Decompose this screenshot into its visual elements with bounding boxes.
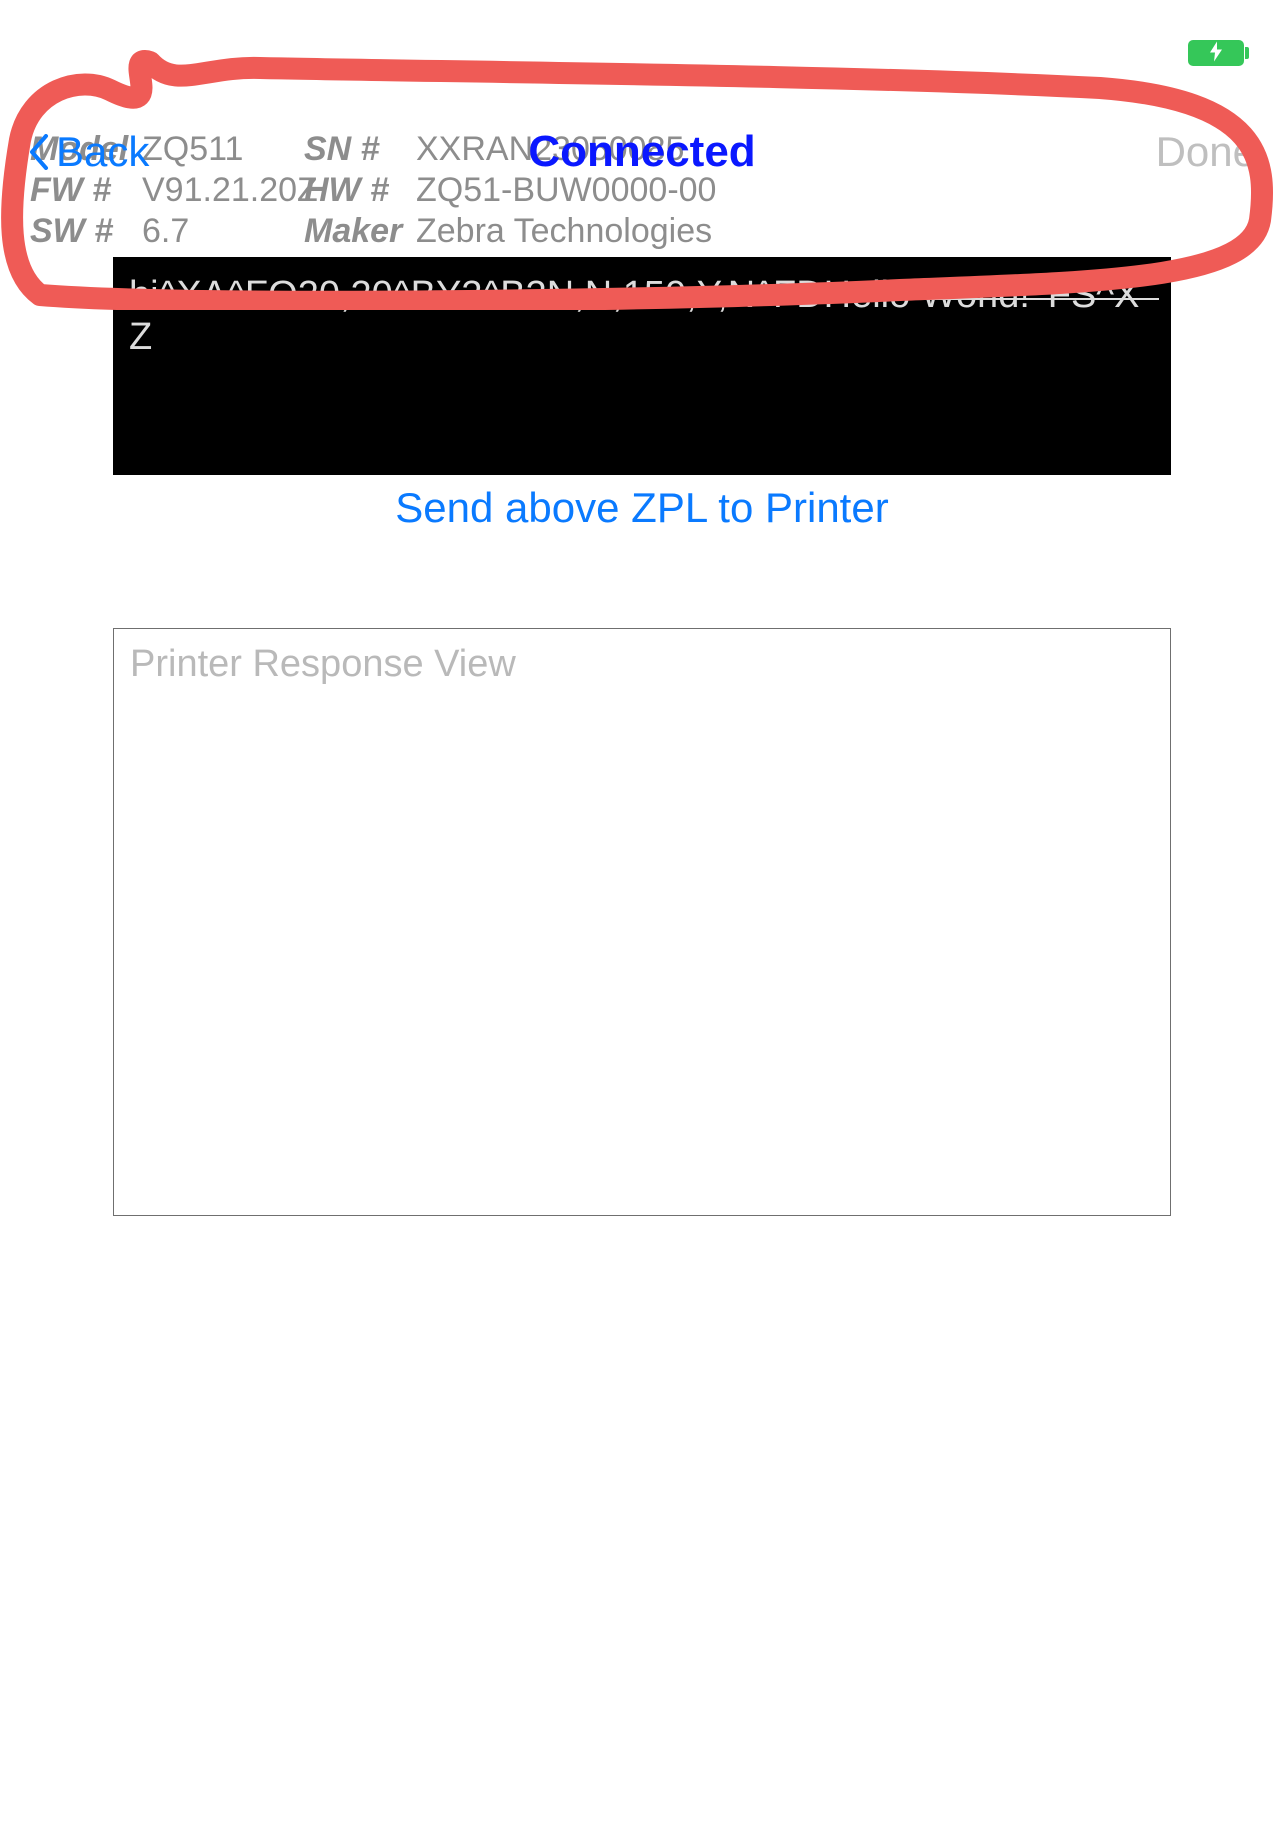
send-zpl-button[interactable]: Send above ZPL to Printer (0, 484, 1284, 532)
maker-value: Zebra Technologies (416, 212, 716, 251)
sw-value: 6.7 (142, 212, 292, 251)
back-button[interactable]: Back (28, 128, 149, 176)
back-label: Back (56, 128, 149, 176)
maker-label: Maker (304, 212, 404, 251)
status-bar (1188, 40, 1244, 66)
zpl-content: hi^XA^FO20,20^BY3^B3N,N,150,Y,N^FDHello … (129, 274, 1139, 358)
zpl-input[interactable]: hi^XA^FO20,20^BY3^B3N,N,150,Y,N^FDHello … (113, 257, 1171, 475)
done-button[interactable]: Done (1156, 128, 1256, 176)
nav-bar: Back Connected Done (0, 122, 1284, 182)
printer-response-view[interactable]: Printer Response View (113, 628, 1171, 1216)
sw-label: SW # (30, 212, 130, 251)
zpl-strike-annotation (125, 298, 1159, 300)
page-title: Connected (528, 127, 755, 177)
lightning-icon (1210, 42, 1222, 65)
battery-charging-icon (1188, 40, 1244, 66)
chevron-left-icon (28, 134, 50, 170)
response-placeholder: Printer Response View (130, 643, 516, 685)
